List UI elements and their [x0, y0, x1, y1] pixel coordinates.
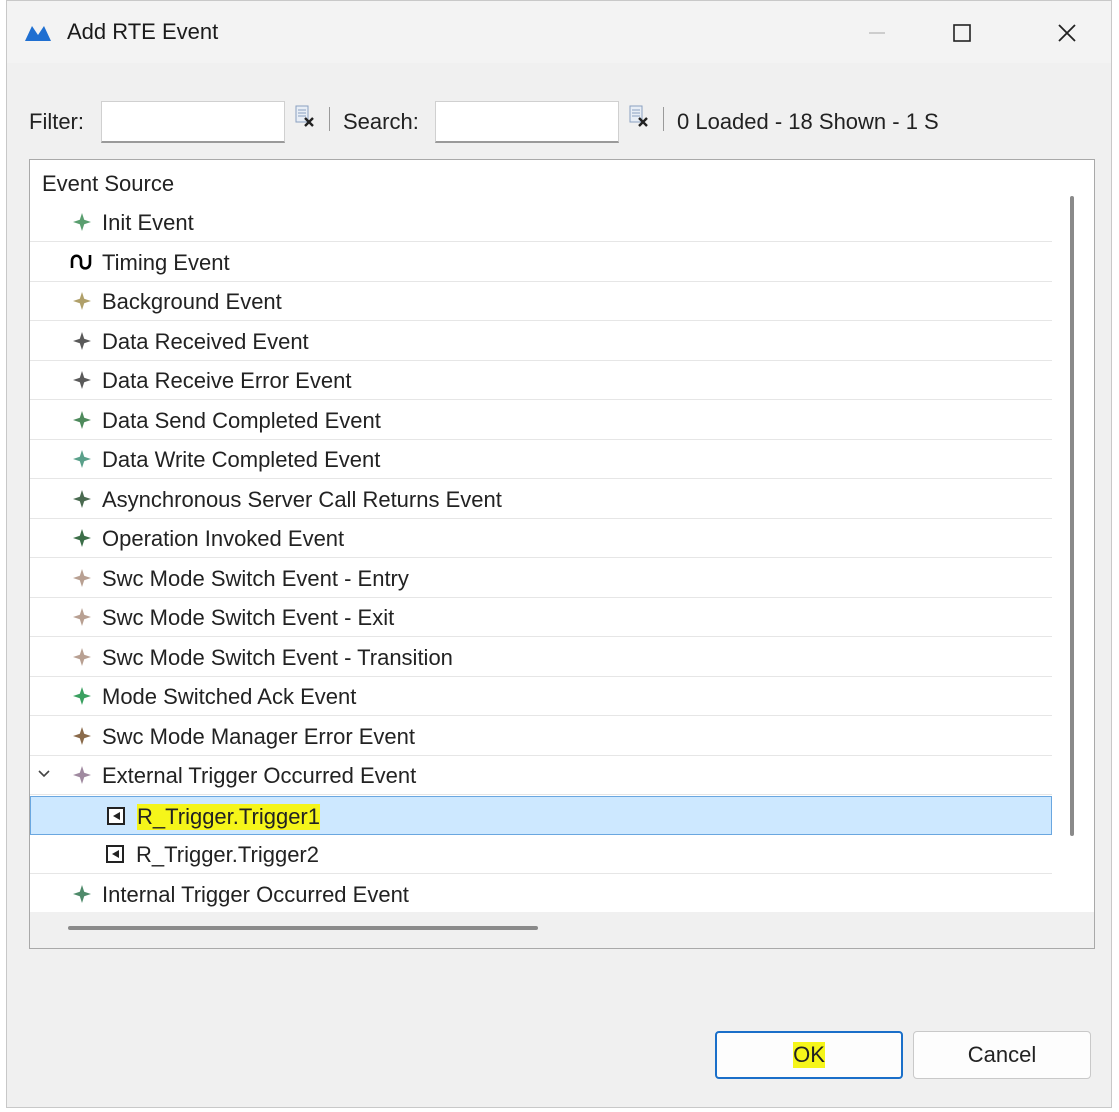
toolbar-separator [663, 107, 664, 131]
app-logo-icon [25, 26, 51, 41]
tree-row-label: R_Trigger.Trigger1 [137, 803, 320, 830]
tree-row-label: Swc Mode Manager Error Event [102, 723, 416, 749]
tree-row-label: Asynchronous Server Call Returns Event [102, 486, 502, 512]
event-star-icon [73, 450, 91, 468]
tree-row-label: Swc Mode Switch Event - Transition [102, 644, 453, 670]
event-star-icon [73, 213, 91, 231]
search-input[interactable] [435, 101, 619, 143]
cancel-button[interactable]: Cancel [913, 1031, 1091, 1079]
title-bar[interactable]: Add RTE Event [7, 1, 1111, 63]
tree-row-label: Operation Invoked Event [102, 526, 345, 551]
tree-row[interactable]: Operation Invoked Event [30, 519, 1052, 558]
tree-row-label: Mode Switched Ack Event [102, 684, 357, 709]
tree-row-label: Data Write Completed Event [102, 447, 381, 472]
tree-row[interactable]: Data Write Completed Event [30, 440, 1052, 479]
tree-row[interactable]: Data Send Completed Event [30, 401, 1052, 440]
status-text: 0 Loaded - 18 Shown - 1 S [677, 109, 939, 134]
timing-wave-icon [70, 253, 92, 270]
clear-search-icon[interactable] [629, 105, 649, 127]
tree-header-label: Event Source [42, 171, 175, 196]
tree-row-label: External Trigger Occurred Event [102, 763, 417, 788]
trigger-port-icon [106, 845, 124, 863]
filter-toolbar: Filter: Search: 0 Loaded - 18 Shown - 1 … [7, 97, 1111, 147]
filter-input[interactable] [101, 101, 285, 143]
tree-row[interactable]: Internal Trigger Occurred Event [30, 875, 1052, 914]
window-title: Add RTE Event [67, 19, 219, 44]
filter-label: Filter: [29, 109, 84, 134]
tree-row-label: Timing Event [102, 249, 230, 275]
tree-row[interactable]: Swc Mode Switch Event - Exit [30, 598, 1052, 637]
maximize-button[interactable] [932, 11, 992, 55]
tree-row-label: Data Receive Error Event [102, 368, 352, 393]
maximize-icon [953, 24, 971, 42]
event-star-icon [73, 331, 91, 350]
event-star-icon [73, 529, 91, 547]
tree-row-label: Swc Mode Switch Event - Exit [102, 605, 395, 630]
tree-row[interactable]: Asynchronous Server Call Returns Event [30, 480, 1052, 519]
tree-row[interactable]: Background Event [30, 282, 1052, 321]
tree-row-label: R_Trigger.Trigger2 [136, 842, 319, 867]
tree-row-label: Swc Mode Switch Event - Entry [102, 565, 409, 591]
minimize-icon [869, 32, 885, 34]
event-star-icon [73, 608, 91, 626]
tree-row[interactable]: Swc Mode Manager Error Event [30, 717, 1052, 756]
chevron-down-icon[interactable] [36, 764, 52, 782]
event-star-icon [73, 687, 91, 705]
tree-row[interactable]: Data Receive Error Event [30, 361, 1052, 400]
tree-row-label: Init Event [102, 210, 194, 235]
search-label: Search: [343, 109, 419, 134]
tree-row[interactable]: External Trigger Occurred Event [30, 756, 1052, 795]
tree-row[interactable]: Init Event [30, 203, 1052, 242]
close-icon [1058, 24, 1076, 42]
tree-row[interactable]: Data Received Event [30, 322, 1052, 361]
event-star-icon [73, 647, 91, 666]
event-star-icon [73, 884, 91, 903]
close-button[interactable] [1037, 11, 1097, 55]
tree-row[interactable]: Mode Switched Ack Event [30, 677, 1052, 716]
tree-child-row[interactable]: R_Trigger.Trigger2 [30, 835, 1052, 874]
event-star-icon [73, 292, 91, 310]
tree-row-label: Data Received Event [102, 328, 309, 354]
toolbar-separator [329, 107, 330, 131]
minimize-button[interactable] [847, 11, 907, 55]
ok-button[interactable]: OK [715, 1031, 903, 1079]
event-star-icon [73, 410, 91, 429]
scroll-area [30, 912, 1094, 948]
event-star-icon [73, 568, 91, 587]
event-star-icon [73, 726, 91, 745]
ok-button-label: OK [793, 1042, 825, 1068]
tree-header: Event Source [30, 164, 1052, 203]
event-star-icon [73, 371, 91, 389]
horizontal-scrollbar[interactable] [68, 926, 538, 930]
tree-row-label: Data Send Completed Event [102, 407, 381, 433]
trigger-port-icon [107, 806, 125, 825]
vertical-scrollbar[interactable] [1070, 196, 1074, 836]
event-star-icon [73, 489, 91, 508]
tree-row-label: Internal Trigger Occurred Event [102, 881, 409, 907]
tree-row[interactable]: Timing Event [30, 243, 1052, 282]
tree-child-row[interactable]: R_Trigger.Trigger1 [30, 795, 1052, 835]
dialog-window: Add RTE Event Filter: Search: 0 Loaded -… [6, 0, 1112, 1108]
tree-row[interactable]: Swc Mode Switch Event - Transition [30, 638, 1052, 677]
cancel-button-label: Cancel [967, 1042, 1037, 1067]
clear-filter-icon[interactable] [295, 105, 315, 127]
event-star-icon [73, 766, 91, 784]
tree-row-label: Background Event [102, 289, 282, 314]
event-source-tree[interactable]: Event Source Init Event Timing Event Backg… [29, 159, 1095, 949]
tree-row[interactable]: Swc Mode Switch Event - Entry [30, 559, 1052, 598]
